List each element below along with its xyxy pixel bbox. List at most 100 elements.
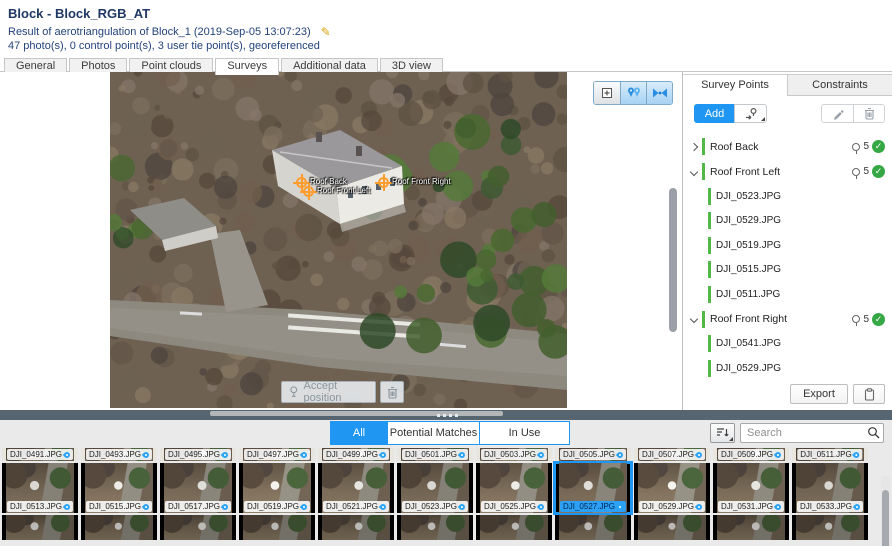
geotag-pin-icon xyxy=(536,502,546,511)
status-bar-green xyxy=(708,236,711,254)
validated-check-icon: ✓ xyxy=(872,312,885,326)
filmstrip-thumb[interactable]: DJI_0509.JPG xyxy=(713,448,789,461)
import-icon xyxy=(745,107,757,120)
filmstrip-thumb[interactable] xyxy=(555,515,631,540)
search-input[interactable] xyxy=(740,423,884,443)
main-tab-bar: General Photos Point clouds Surveys Addition… xyxy=(0,57,892,75)
survey-marker-icon[interactable] xyxy=(300,183,317,200)
filmstrip-thumb[interactable]: DJI_0495.JPG xyxy=(160,448,236,461)
geotag-pin-icon xyxy=(615,502,625,511)
sort-photos-button[interactable] xyxy=(710,423,735,443)
survey-measurement-row[interactable]: DJI_0511.JPG xyxy=(683,282,892,307)
thumbnail-image xyxy=(717,515,785,540)
delete-position-button[interactable] xyxy=(380,381,404,403)
filmstrip-thumb[interactable] xyxy=(318,515,394,540)
photo-name: DJI_0541.JPG xyxy=(716,338,782,350)
filmstrip-thumb[interactable]: DJI_0491.JPG xyxy=(2,448,78,461)
survey-measurement-row[interactable]: DJI_0519.JPG xyxy=(683,233,892,258)
survey-point-row[interactable]: Roof Back 5 ✓ xyxy=(683,134,892,159)
filmstrip-thumb[interactable] xyxy=(2,515,78,540)
thumbnail-image xyxy=(6,515,74,540)
survey-measurement-row[interactable]: DJI_0541.JPG xyxy=(683,332,892,357)
filmstrip-thumb[interactable] xyxy=(81,515,157,540)
filmstrip-thumb[interactable]: DJI_0527.JPG xyxy=(553,461,633,515)
measurement-count: 5 ✓ xyxy=(852,165,885,179)
survey-point-row[interactable]: Roof Front Right 5 ✓ xyxy=(683,307,892,332)
thumbnail-label: DJI_0499.JPG xyxy=(322,449,390,460)
filmstrip-thumb[interactable]: DJI_0517.JPG xyxy=(160,463,236,513)
survey-point-row[interactable]: Roof Front Left 5 ✓ xyxy=(683,159,892,184)
survey-marker-icon[interactable] xyxy=(375,174,392,191)
filmstrip-thumb[interactable]: DJI_0513.JPG xyxy=(2,463,78,513)
thumbnail-label: DJI_0529.JPG xyxy=(638,501,706,512)
horizontal-splitter[interactable] xyxy=(0,410,892,420)
chevron-down-icon[interactable] xyxy=(686,314,702,324)
filmstrip-thumb[interactable] xyxy=(792,515,868,540)
geotag-pin-icon xyxy=(220,450,230,459)
filmstrip-thumb[interactable]: DJI_0493.JPG xyxy=(81,448,157,461)
filmstrip-thumb[interactable]: DJI_0519.JPG xyxy=(239,463,315,513)
survey-point-name: Roof Front Right xyxy=(710,313,788,325)
filmstrip-thumb[interactable]: DJI_0531.JPG xyxy=(713,463,789,513)
filmstrip-thumb[interactable]: DJI_0515.JPG xyxy=(81,463,157,513)
tab-constraints[interactable]: Constraints xyxy=(787,75,892,96)
filmstrip-thumb[interactable]: DJI_0533.JPG xyxy=(792,463,868,513)
filmstrip-thumb[interactable]: DJI_0507.JPG xyxy=(634,448,710,461)
filmstrip-thumb[interactable] xyxy=(476,515,552,540)
edit-survey-point-button[interactable] xyxy=(822,105,853,122)
survey-footer: Export xyxy=(683,384,892,404)
viewer-horizontal-scrollbar[interactable] xyxy=(210,411,503,416)
tab-survey-points[interactable]: Survey Points xyxy=(683,75,787,96)
survey-measurement-row[interactable]: DJI_0523.JPG xyxy=(683,184,892,209)
filter-in-use[interactable]: In Use xyxy=(479,422,569,444)
survey-measurement-row[interactable]: DJI_0515.JPG xyxy=(683,258,892,283)
filmstrip-thumb[interactable]: DJI_0503.JPG xyxy=(476,448,552,461)
filmstrip-thumb[interactable]: DJI_0521.JPG xyxy=(318,463,394,513)
survey-measurement-row[interactable]: DJI_0529.JPG xyxy=(683,209,892,234)
filmstrip-thumb[interactable]: DJI_0511.JPG xyxy=(792,448,868,461)
accept-position-button[interactable]: Accept position xyxy=(281,380,376,404)
edit-description-icon[interactable]: ✎ xyxy=(321,25,331,39)
filter-potential-matches[interactable]: Potential Matches xyxy=(387,422,479,444)
thumbnail-label: DJI_0517.JPG xyxy=(164,501,232,512)
thumbnail-label: DJI_0519.JPG xyxy=(243,501,311,512)
show-tie-points-button[interactable] xyxy=(646,82,672,104)
filmstrip-thumb[interactable]: DJI_0525.JPG xyxy=(476,463,552,513)
export-button[interactable]: Export xyxy=(790,384,848,404)
filmstrip-thumb[interactable]: DJI_0523.JPG xyxy=(397,463,473,513)
thumbnail-label: DJI_0527.JPG xyxy=(559,501,627,512)
filmstrip-thumb[interactable]: DJI_0497.JPG xyxy=(239,448,315,461)
filmstrip-thumb[interactable]: DJI_0529.JPG xyxy=(634,463,710,513)
add-survey-point-button[interactable]: Add xyxy=(694,104,735,123)
center-on-point-icon xyxy=(602,88,612,98)
viewer-vertical-scrollbar[interactable] xyxy=(669,188,677,332)
copy-to-clipboard-button[interactable] xyxy=(853,384,885,404)
filmstrip-thumb[interactable]: DJI_0505.JPG xyxy=(555,448,631,461)
splitter-drag-handle[interactable] xyxy=(437,414,458,417)
import-survey-points-button[interactable] xyxy=(734,104,767,123)
geotag-pin-icon xyxy=(62,502,72,511)
chevron-down-icon[interactable] xyxy=(686,167,702,176)
status-bar-green xyxy=(702,138,705,155)
filmstrip-thumb[interactable] xyxy=(239,515,315,540)
filmstrip-thumb[interactable]: DJI_0501.JPG xyxy=(397,448,473,461)
photo-name: DJI_0529.JPG xyxy=(716,215,782,227)
filmstrip-thumb[interactable] xyxy=(713,515,789,540)
aerial-photo[interactable] xyxy=(110,72,567,408)
count-value: 5 xyxy=(863,141,869,152)
filmstrip-scrollbar-thumb[interactable] xyxy=(882,490,889,546)
sort-icon xyxy=(717,428,729,437)
filmstrip-thumb[interactable] xyxy=(634,515,710,540)
survey-measurement-row[interactable]: DJI_0529.JPG xyxy=(683,356,892,381)
geotag-pin-icon xyxy=(457,502,467,511)
filter-all[interactable]: All xyxy=(331,422,387,444)
tab-surveys[interactable]: Surveys xyxy=(215,58,280,75)
delete-survey-point-button[interactable] xyxy=(853,105,884,122)
center-on-point-button[interactable] xyxy=(594,82,620,104)
viewer-toolbar xyxy=(593,81,673,105)
show-survey-markers-button[interactable] xyxy=(620,82,646,104)
filmstrip-thumb[interactable]: DJI_0499.JPG xyxy=(318,448,394,461)
chevron-right-icon[interactable] xyxy=(686,142,702,151)
filmstrip-thumb[interactable] xyxy=(160,515,236,540)
filmstrip-thumb[interactable] xyxy=(397,515,473,540)
